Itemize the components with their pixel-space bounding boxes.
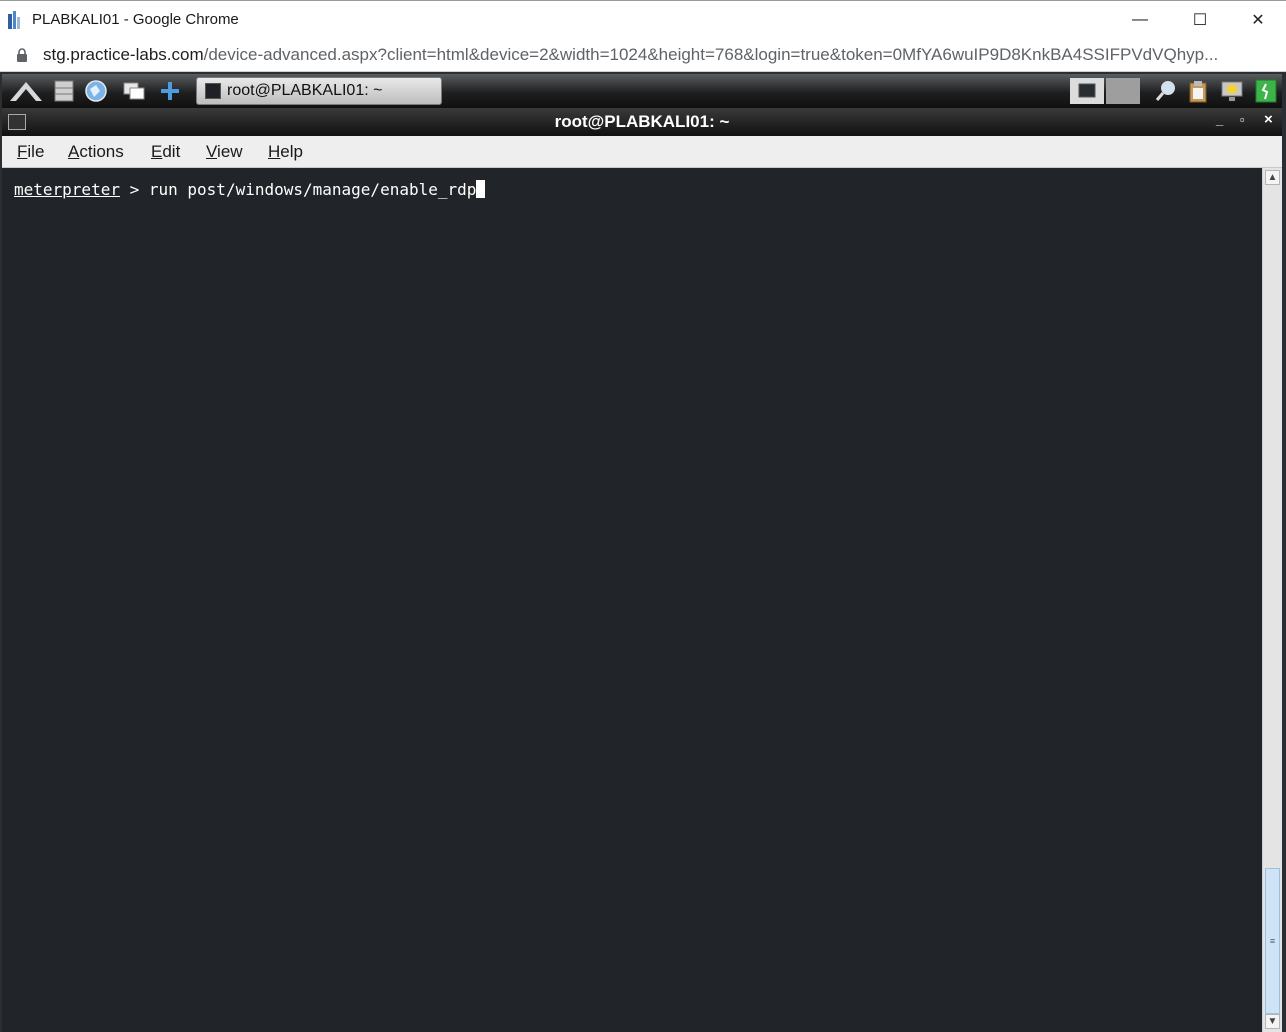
terminal-menubar: File Actions Edit View Help [2, 136, 1282, 168]
terminal-minimize-button[interactable]: _ [1216, 112, 1223, 127]
scroll-down-arrow-icon[interactable]: ▼ [1265, 1014, 1280, 1029]
windows-icon[interactable] [122, 79, 146, 103]
terminal-close-button[interactable]: × [1264, 111, 1273, 128]
kali-menu-icon[interactable] [8, 79, 44, 103]
prompt-label: meterpreter [14, 180, 120, 199]
address-bar[interactable]: stg.practice-labs.com/device-advanced.as… [0, 38, 1286, 72]
menu-file[interactable]: File [17, 142, 44, 162]
command-text: run post/windows/manage/enable_rdp [148, 180, 477, 199]
prompt-separator: > [119, 180, 149, 199]
lock-icon [17, 48, 27, 62]
menu-view[interactable]: View [206, 142, 243, 162]
taskbar-terminal-label: root@PLABKALI01: ~ [227, 82, 383, 99]
chrome-title-bar: PLABKALI01 - Google Chrome — ☐ ✕ [0, 0, 1286, 38]
app-logo-icon [8, 11, 20, 29]
logout-exit-icon[interactable] [1254, 79, 1278, 103]
search-icon[interactable] [1154, 79, 1178, 103]
remote-desktop[interactable]: root@PLABKALI01: ~ root@PLABKALI01: ~ _ … [0, 72, 1286, 1032]
scroll-up-arrow-icon[interactable]: ▲ [1265, 170, 1280, 185]
url-path: /device-advanced.aspx?client=html&device… [203, 45, 1219, 64]
show-desktop-icon[interactable] [1070, 78, 1104, 104]
menu-edit[interactable]: Edit [151, 142, 180, 162]
url-host: stg.practice-labs.com [43, 45, 204, 64]
command-line: meterpreter > run post/windows/manage/en… [14, 180, 486, 199]
url-text[interactable]: stg.practice-labs.com/device-advanced.as… [43, 45, 1273, 65]
close-button[interactable]: ✕ [1230, 1, 1286, 39]
desktop-taskbar: root@PLABKALI01: ~ [2, 74, 1282, 108]
terminal-output[interactable]: meterpreter > run post/windows/manage/en… [2, 168, 1262, 1032]
browser-globe-icon[interactable] [84, 79, 108, 103]
minimize-button[interactable]: — [1112, 1, 1168, 39]
alert-monitor-icon[interactable] [1220, 79, 1244, 103]
menu-help[interactable]: Help [268, 142, 303, 162]
terminal-icon [205, 83, 221, 99]
add-icon[interactable] [158, 79, 182, 103]
text-cursor [476, 180, 486, 198]
scrollbar-thumb[interactable]: ≡ [1265, 868, 1280, 1014]
taskbar-terminal-button[interactable]: root@PLABKALI01: ~ [196, 77, 442, 105]
workspace-icon[interactable] [1106, 78, 1140, 104]
file-cabinet-icon[interactable] [52, 79, 76, 103]
window-title: PLABKALI01 - Google Chrome [32, 11, 239, 28]
terminal-title: root@PLABKALI01: ~ [554, 112, 730, 131]
terminal-scrollbar[interactable]: ▲ ≡ ▼ [1262, 168, 1282, 1032]
clipboard-icon[interactable] [1186, 79, 1210, 103]
terminal-maximize-button[interactable]: ▫ [1240, 112, 1245, 127]
terminal-title-bar: root@PLABKALI01: ~ _ ▫ × [2, 108, 1282, 136]
menu-actions[interactable]: Actions [68, 142, 124, 162]
maximize-button[interactable]: ☐ [1172, 1, 1228, 39]
